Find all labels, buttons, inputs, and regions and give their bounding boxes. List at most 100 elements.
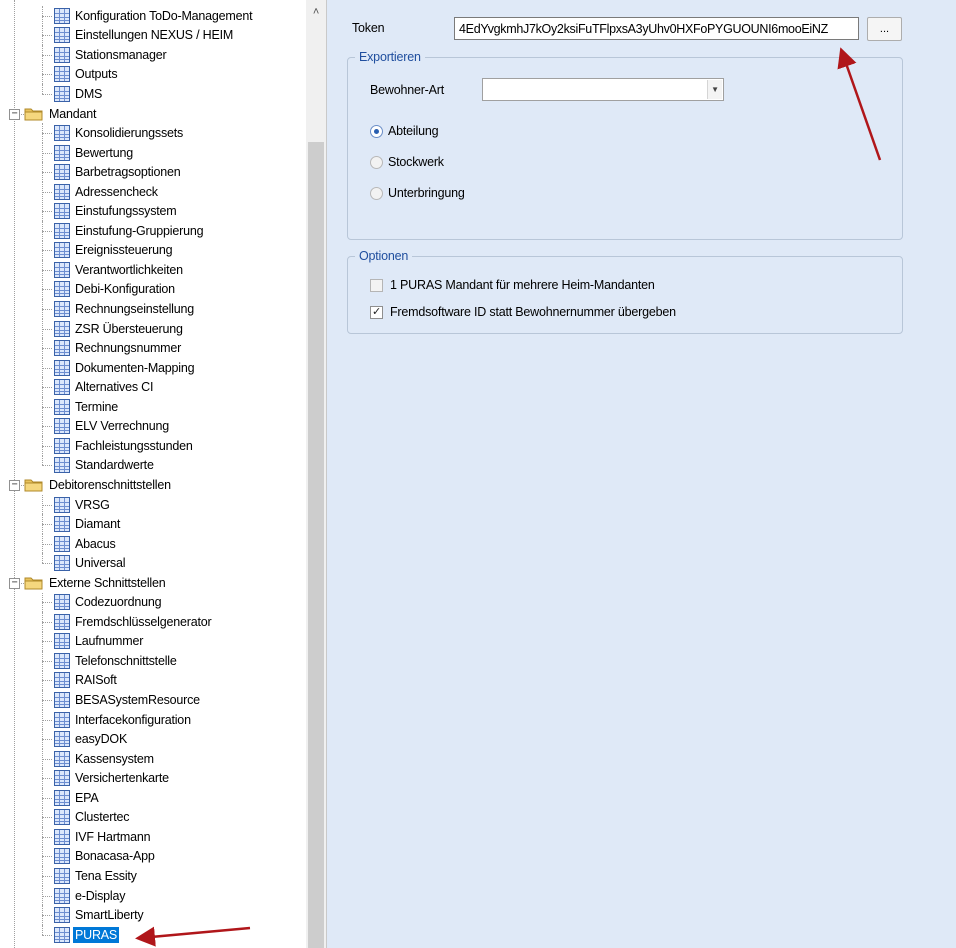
radio-label: Abteilung (388, 124, 439, 138)
grid-table-icon (54, 359, 70, 376)
tree-node[interactable]: easyDOK (54, 729, 129, 749)
tree-node[interactable]: Clustertec (54, 808, 131, 828)
radio-unterbringung[interactable]: Unterbringung (370, 186, 465, 200)
grid-table-icon (54, 613, 70, 630)
grid-table-icon (54, 340, 70, 357)
tree-folder-node[interactable]: Debitorenschnittstellen (24, 475, 173, 495)
tree-node[interactable]: Adressencheck (54, 182, 160, 202)
checkbox-fremdsoftware-id[interactable]: ✓ Fremdsoftware ID statt Bewohnernummer … (370, 305, 676, 319)
tree-node[interactable]: Versichertenkarte (54, 768, 171, 788)
bewohner-art-select[interactable]: ▼ (482, 78, 724, 101)
tree-node[interactable]: EPA (54, 788, 101, 808)
tree-guide-line (42, 250, 52, 252)
tree-collapse-icon[interactable]: − (9, 479, 20, 491)
tree-node[interactable]: Kassensystem (54, 749, 156, 769)
token-input[interactable] (454, 17, 859, 40)
tree-node[interactable]: Outputs (54, 65, 119, 85)
tree-folder-node[interactable]: Externe Schnittstellen (24, 573, 168, 593)
tree-node[interactable]: Telefonschnittstelle (54, 651, 179, 671)
tree-node[interactable]: Tena Essity (54, 866, 139, 886)
tree-node-label: Barbetragsoptionen (75, 165, 181, 180)
tree-guide-line (42, 875, 52, 877)
tree-node[interactable]: Barbetragsoptionen (54, 162, 183, 182)
tree-node[interactable]: DMS (54, 84, 104, 104)
tree-node[interactable]: e-Display (54, 886, 127, 906)
tree-node[interactable]: Laufnummer (54, 632, 145, 652)
tree-node[interactable]: Ereignissteuerung (54, 241, 174, 261)
tree-node[interactable]: Alternatives CI (54, 377, 155, 397)
tree-node[interactable]: Stationsmanager (54, 45, 169, 65)
tree-node[interactable]: Verantwortlichkeiten (54, 260, 185, 280)
tree-node[interactable]: Universal (54, 553, 127, 573)
tree-node[interactable]: Bewertung (54, 143, 135, 163)
tree-guide-line (42, 367, 52, 369)
grid-table-icon (54, 261, 70, 278)
tree-guide-line (42, 445, 52, 447)
tree-node[interactable]: PURAS (54, 925, 120, 945)
scroll-up-arrow-icon[interactable]: ˄ (306, 2, 326, 22)
tree-node[interactable]: Fremdschlüsselgenerator (54, 612, 213, 632)
tree-node[interactable]: ZSR Übersteuerung (54, 319, 185, 339)
tree-node[interactable]: Rechnungsnummer (54, 338, 183, 358)
tree-node[interactable]: IVF Hartmann (54, 827, 152, 847)
grid-table-icon (54, 828, 70, 845)
tree-node-label: Fremdschlüsselgenerator (75, 614, 212, 629)
tree-node[interactable]: Abacus (54, 534, 118, 554)
radio-button-icon[interactable] (370, 186, 383, 200)
radio-abteilung[interactable]: Abteilung (370, 124, 439, 138)
token-browse-button[interactable]: ... (867, 17, 902, 41)
tree-node[interactable]: SmartLiberty (54, 905, 145, 925)
checkbox-multi-mandant[interactable]: 1 PURAS Mandant für mehrere Heim-Mandant… (370, 278, 655, 292)
tree-guide-line (42, 348, 52, 350)
tree-node[interactable]: Standardwerte (54, 456, 156, 476)
tree-node[interactable]: BESASystemResource (54, 690, 202, 710)
navigation-tree[interactable]: Konfiguration ToDo-Management Einstellung… (0, 0, 306, 948)
tree-scrollbar[interactable]: ˄ (306, 0, 327, 948)
tree-node[interactable]: Diamant (54, 514, 122, 534)
chevron-down-icon[interactable]: ▼ (707, 80, 722, 99)
tree-node[interactable]: VRSG (54, 495, 112, 515)
tree-guide-line (42, 602, 52, 604)
grid-table-icon (54, 85, 70, 102)
tree-node-label: IVF Hartmann (75, 829, 151, 844)
tree-node-label: Mandant (49, 106, 97, 121)
tree-node[interactable]: Interfacekonfiguration (54, 710, 193, 730)
grid-table-icon (54, 242, 70, 259)
tree-collapse-icon[interactable]: − (9, 108, 20, 120)
grid-table-icon (54, 652, 70, 669)
grid-table-icon (54, 320, 70, 337)
radio-button-icon[interactable] (370, 155, 383, 169)
grid-table-icon (54, 301, 70, 318)
tree-node[interactable]: Rechnungseinstellung (54, 299, 196, 319)
checkbox-icon[interactable] (370, 278, 383, 292)
tree-guide-line (42, 74, 52, 76)
tree-node[interactable]: Konsolidierungssets (54, 123, 185, 143)
tree-node-label: Einstellungen NEXUS / HEIM (75, 28, 234, 43)
tree-guide-line (42, 700, 52, 702)
grid-table-icon (54, 848, 70, 865)
tree-node-label: Versichertenkarte (75, 771, 169, 786)
tree-node[interactable]: Debi-Konfiguration (54, 280, 177, 300)
tree-node[interactable]: Einstellungen NEXUS / HEIM (54, 26, 235, 46)
tree-node-label: Diamant (75, 517, 121, 532)
tree-guide-line (42, 152, 52, 154)
radio-stockwerk[interactable]: Stockwerk (370, 155, 444, 169)
tree-node[interactable]: Einstufung-Gruppierung (54, 221, 205, 241)
tree-node[interactable]: Dokumenten-Mapping (54, 358, 196, 378)
radio-button-icon[interactable] (370, 124, 383, 138)
tree-node-label: Konfiguration ToDo-Management (75, 8, 253, 23)
tree-node[interactable]: RAISoft (54, 671, 119, 691)
tree-folder-node[interactable]: Mandant (24, 104, 98, 124)
scroll-thumb[interactable] (308, 142, 324, 948)
tree-node[interactable]: Termine (54, 397, 120, 417)
tree-collapse-icon[interactable]: − (9, 577, 20, 589)
tree-node[interactable]: Einstufungssystem (54, 202, 179, 222)
tree-node[interactable]: Codezuordnung (54, 593, 163, 613)
tree-node-label: Alternatives CI (75, 380, 154, 395)
tree-node[interactable]: Fachleistungsstunden (54, 436, 195, 456)
checkbox-icon[interactable]: ✓ (370, 305, 383, 319)
grid-table-icon (54, 222, 70, 239)
tree-node[interactable]: Konfiguration ToDo-Management (54, 6, 254, 26)
tree-node[interactable]: Bonacasa-App (54, 847, 157, 867)
tree-node[interactable]: ELV Verrechnung (54, 417, 171, 437)
